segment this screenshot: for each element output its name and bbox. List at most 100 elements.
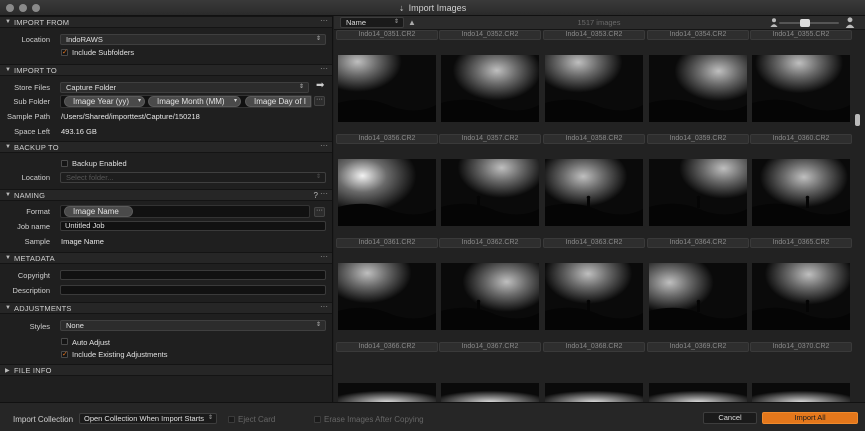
copyright-input[interactable] — [60, 270, 326, 280]
disclosure-triangle-icon[interactable]: ▼ — [5, 255, 11, 261]
thumbnail-filename: Indo14_0366.CR2 — [336, 342, 438, 352]
photo-thumbnail[interactable] — [338, 159, 436, 226]
thumbnail-filename: Indo14_0356.CR2 — [336, 134, 438, 144]
chevron-down-icon: ▾ — [233, 98, 237, 104]
import-collection-select[interactable]: Open Collection When Import Starts ⇕ — [79, 413, 217, 424]
auto-adjust-checkbox[interactable] — [61, 338, 68, 345]
sub-folder-token-year[interactable]: Image Year (yy) ▾ — [64, 96, 145, 107]
description-label: Description — [12, 286, 50, 295]
disclosure-triangle-icon[interactable]: ▼ — [5, 144, 11, 150]
styles-select[interactable]: None ⇕ — [60, 320, 326, 331]
description-input[interactable] — [60, 285, 326, 295]
photo-thumbnail[interactable] — [441, 55, 539, 122]
section-title: IMPORT TO — [14, 66, 57, 75]
thumbnail-filename: Indo14_0353.CR2 — [543, 30, 645, 40]
thumbnail-filename: Indo14_0362.CR2 — [439, 238, 541, 248]
photo-thumbnail[interactable] — [752, 159, 850, 226]
window-title-text: Import Images — [408, 3, 467, 13]
backup-location-placeholder: Select folder... — [66, 173, 114, 182]
section-header-import-to[interactable]: ▼ IMPORT TO ··· — [0, 64, 332, 76]
more-options-icon[interactable]: ··· — [320, 16, 328, 25]
window-titlebar: ⇣ Import Images — [0, 0, 865, 16]
photo-thumbnail[interactable] — [649, 159, 747, 226]
styles-value: None — [66, 321, 84, 330]
section-header-naming[interactable]: ▼ NAMING ? ··· — [0, 189, 332, 201]
job-name-label: Job name — [17, 222, 50, 231]
include-subfolders-checkbox[interactable]: ✓ — [61, 49, 68, 56]
backup-location-select[interactable]: Select folder... ⇕ — [60, 172, 326, 183]
job-name-input[interactable]: Untitled Job — [60, 221, 326, 231]
photo-thumbnail[interactable] — [649, 55, 747, 122]
arrow-right-icon[interactable]: ➡ — [316, 80, 324, 91]
more-options-icon[interactable]: ··· — [320, 252, 328, 261]
more-options-icon[interactable]: ··· — [320, 64, 328, 73]
sub-folder-more-button[interactable]: ··· — [314, 96, 325, 106]
disclosure-triangle-icon[interactable]: ▼ — [5, 305, 11, 311]
format-token-image-name[interactable]: Image Name — [64, 206, 133, 217]
format-more-button[interactable]: ··· — [314, 207, 325, 217]
photo-thumbnail[interactable] — [441, 263, 539, 330]
image-count: 1517 images — [577, 18, 621, 27]
thumbnail-partial[interactable] — [338, 383, 436, 402]
up-down-arrows-icon: ⇕ — [393, 19, 399, 25]
photo-thumbnail[interactable] — [545, 159, 643, 226]
store-files-select[interactable]: Capture Folder ⇕ — [60, 82, 309, 93]
thumbnail-filename: Indo14_0357.CR2 — [439, 134, 541, 144]
cancel-button[interactable]: Cancel — [703, 412, 757, 424]
eject-card-checkbox[interactable] — [228, 416, 235, 423]
backup-enabled-checkbox[interactable] — [61, 160, 68, 167]
section-title: IMPORT FROM — [14, 18, 70, 27]
photo-thumbnail[interactable] — [338, 55, 436, 122]
section-title: METADATA — [14, 254, 55, 263]
include-existing-adjustments-checkbox[interactable]: ✓ — [61, 351, 68, 358]
naming-sample-value: Image Name — [61, 237, 104, 246]
thumbnail-filename: Indo14_0354.CR2 — [647, 30, 749, 40]
help-icon[interactable]: ? — [314, 191, 318, 200]
thumbnail-partial[interactable] — [752, 383, 850, 402]
space-left-value: 493.16 GB — [61, 127, 97, 136]
thumbnail-filename: Indo14_0355.CR2 — [750, 30, 852, 40]
thumbnail-filename: Indo14_0367.CR2 — [439, 342, 541, 352]
photo-thumbnail[interactable] — [441, 159, 539, 226]
browser-scrollbar-thumb[interactable] — [855, 114, 860, 126]
location-label: Location — [21, 35, 50, 44]
thumbnail-partial[interactable] — [441, 383, 539, 402]
sub-folder-token-day[interactable]: Image Day of I — [245, 96, 311, 107]
store-files-label: Store Files — [14, 83, 50, 92]
sample-path-value: /Users/Shared/importtest/Capture/150218 — [61, 112, 200, 121]
thumbnail-size-slider-knob[interactable] — [800, 19, 810, 27]
photo-thumbnail[interactable] — [338, 263, 436, 330]
sort-direction-icon[interactable]: ▲ — [408, 18, 416, 27]
up-down-arrows-icon: ⇕ — [315, 36, 321, 42]
disclosure-triangle-icon[interactable]: ▼ — [5, 19, 11, 25]
thumbnail-partial[interactable] — [545, 383, 643, 402]
more-options-icon[interactable]: ··· — [320, 189, 328, 198]
import-from-location-select[interactable]: IndoRAWS ⇕ — [60, 34, 326, 45]
styles-label: Styles — [29, 322, 50, 331]
erase-images-checkbox[interactable] — [314, 416, 321, 423]
thumbnail-partial[interactable] — [649, 383, 747, 402]
import-all-button[interactable]: Import All — [762, 412, 858, 424]
section-header-import-from[interactable]: ▼ IMPORT FROM ··· — [0, 16, 332, 28]
disclosure-triangle-icon[interactable]: ▼ — [5, 67, 11, 73]
disclosure-triangle-icon[interactable]: ▼ — [5, 192, 11, 198]
photo-thumbnail[interactable] — [545, 55, 643, 122]
section-header-metadata[interactable]: ▼ METADATA ··· — [0, 252, 332, 264]
section-header-adjustments[interactable]: ▼ ADJUSTMENTS ··· — [0, 302, 332, 314]
disclosure-triangle-collapsed-icon[interactable]: ▶ — [5, 367, 10, 374]
sub-folder-token-month[interactable]: Image Month (MM) ▾ — [148, 96, 241, 107]
sort-select[interactable]: Name ⇕ — [340, 17, 404, 28]
photo-thumbnail[interactable] — [545, 263, 643, 330]
import-collection-label: Import Collection — [13, 415, 74, 424]
section-title: FILE INFO — [14, 366, 52, 375]
eject-card-label: Eject Card — [238, 415, 276, 424]
more-options-icon[interactable]: ··· — [320, 302, 328, 311]
photo-thumbnail[interactable] — [649, 263, 747, 330]
image-browser: Name ⇕ ▲ 1517 images Indo14_0351.CR2 Indo… — [334, 16, 865, 402]
photo-thumbnail[interactable] — [752, 263, 850, 330]
more-options-icon[interactable]: ··· — [320, 141, 328, 150]
section-header-file-info[interactable]: ▶ FILE INFO — [0, 364, 332, 376]
photo-thumbnail[interactable] — [752, 55, 850, 122]
include-subfolders-label: Include Subfolders — [72, 48, 135, 57]
section-header-backup-to[interactable]: ▼ BACKUP TO ··· — [0, 141, 332, 153]
